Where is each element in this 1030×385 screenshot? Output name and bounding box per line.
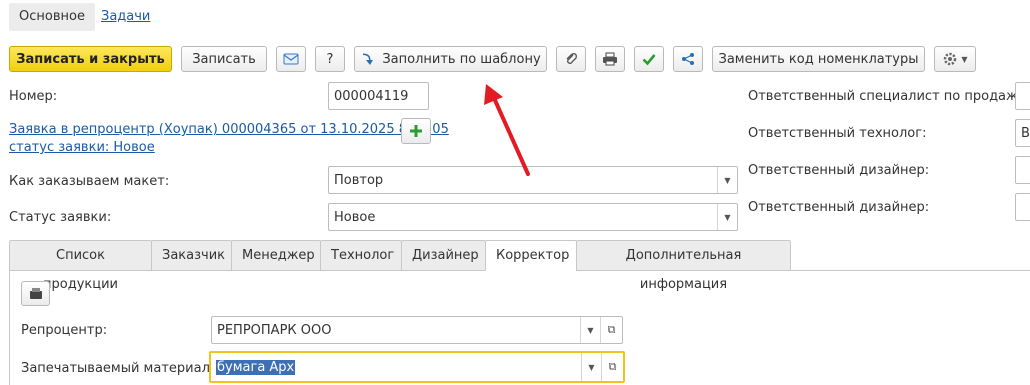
- sales-specialist-field[interactable]: [1015, 82, 1030, 110]
- layout-label: Как заказываем макет:: [9, 174, 170, 189]
- status-label: Статус заявки:: [9, 210, 112, 225]
- paperclip-icon: [564, 52, 578, 66]
- arrow-icon: [360, 52, 374, 66]
- fill-by-template-button[interactable]: Заполнить по шаблону: [354, 46, 547, 72]
- layout-value: Повтор: [334, 172, 384, 188]
- envelope-icon: [283, 52, 299, 66]
- designer-label-2: Ответственный дизайнер:: [748, 200, 930, 215]
- material-value: бумага Арх: [216, 359, 296, 375]
- number-field[interactable]: 000004119: [328, 82, 429, 110]
- number-label: Номер:: [9, 89, 58, 104]
- request-link[interactable]: Заявка в репроцентр (Хоупак) 000004365 о…: [9, 122, 449, 137]
- chevron-down-icon: ▼: [961, 54, 968, 64]
- technologist-value: Вь: [1021, 125, 1030, 141]
- tab-manager[interactable]: Менеджер: [231, 240, 321, 271]
- tab-products[interactable]: Список продукции: [9, 240, 152, 292]
- printer-icon: [602, 52, 618, 66]
- chevron-down-icon[interactable]: ▼: [580, 317, 600, 343]
- share-icon: [681, 52, 695, 66]
- tab-tasks[interactable]: Задачи: [91, 3, 160, 31]
- technologist-field[interactable]: Вь: [1015, 119, 1030, 147]
- save-button[interactable]: Записать: [181, 46, 267, 72]
- tab-additional-info[interactable]: Дополнительная информация: [576, 240, 791, 292]
- material-select[interactable]: бумага Арх ▼ ⧉: [209, 351, 625, 383]
- share-button[interactable]: [673, 46, 703, 72]
- material-label: Запечатываемый материал:: [21, 361, 215, 376]
- save-label: Записать: [192, 51, 256, 67]
- chevron-down-icon[interactable]: ▼: [581, 353, 601, 381]
- help-button[interactable]: ?: [315, 46, 345, 72]
- checkmark-icon: [642, 52, 656, 66]
- number-value: 000004119: [334, 88, 409, 104]
- settings-menu-button[interactable]: ▼: [934, 46, 976, 72]
- designer-field-1[interactable]: [1015, 156, 1030, 184]
- print-button[interactable]: [595, 46, 625, 72]
- print-label-button[interactable]: [21, 281, 50, 306]
- chevron-down-icon[interactable]: ▼: [717, 204, 737, 230]
- tab-corrector[interactable]: Корректор: [485, 240, 577, 271]
- sales-specialist-label: Ответственный специалист по продажам:: [748, 89, 1030, 104]
- request-status-link[interactable]: статус заявки: Новое: [9, 140, 155, 155]
- confirm-button[interactable]: [634, 46, 664, 72]
- save-and-close-label: Записать и закрыть: [16, 51, 165, 67]
- gear-icon: [942, 51, 958, 67]
- designer-label-1: Ответственный дизайнер:: [748, 163, 930, 178]
- technologist-label: Ответственный технолог:: [748, 126, 927, 141]
- chevron-down-icon[interactable]: ▼: [717, 167, 737, 193]
- open-icon[interactable]: ⧉: [601, 353, 623, 381]
- annotation-arrow-icon: [484, 84, 530, 176]
- tab-main[interactable]: Основное: [9, 3, 95, 31]
- add-button[interactable]: [401, 118, 431, 144]
- replace-nomenclature-code-button[interactable]: Заменить код номенклатуры: [712, 46, 925, 72]
- fill-by-template-label: Заполнить по шаблону: [382, 51, 541, 67]
- replace-nomenclature-code-label: Заменить код номенклатуры: [718, 51, 919, 67]
- status-value: Новое: [334, 209, 376, 225]
- plus-icon: [409, 124, 423, 138]
- status-select[interactable]: Новое ▼: [328, 203, 738, 231]
- designer-field-2[interactable]: [1015, 193, 1030, 221]
- save-and-close-button[interactable]: Записать и закрыть: [9, 46, 172, 72]
- tab-technologist[interactable]: Технолог: [320, 240, 402, 271]
- send-mail-button[interactable]: [276, 46, 306, 72]
- reprocenter-select[interactable]: РЕПРОПАРК ООО ▼ ⧉: [211, 316, 623, 344]
- tab-designer[interactable]: Дизайнер: [401, 240, 486, 271]
- open-icon[interactable]: ⧉: [600, 317, 622, 343]
- label-printer-icon: [28, 287, 44, 301]
- reprocenter-value: РЕПРОПАРК ООО: [217, 322, 332, 338]
- reprocenter-label: Репроцентр:: [21, 323, 108, 338]
- help-label: ?: [326, 51, 334, 67]
- attach-button[interactable]: [556, 46, 586, 72]
- tab-customer[interactable]: Заказчик: [151, 240, 232, 271]
